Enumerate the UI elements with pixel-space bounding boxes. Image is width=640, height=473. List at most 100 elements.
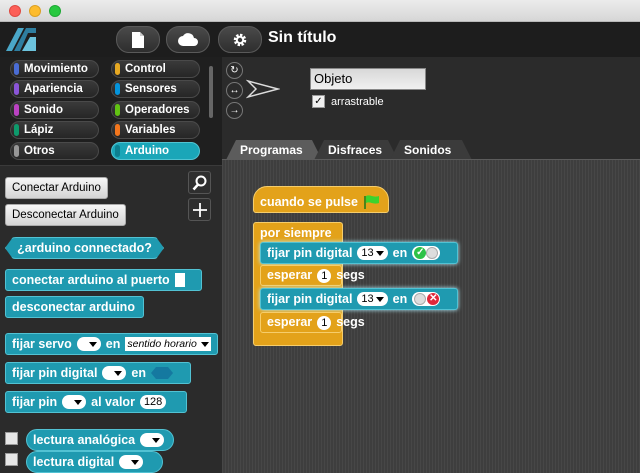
digital-read-watcher-checkbox[interactable]: [5, 453, 18, 466]
block-wait[interactable]: esperar 1 segs: [260, 265, 365, 286]
category-color-dot: [14, 83, 19, 95]
wait-seconds-input[interactable]: 1: [317, 268, 332, 283]
top-toolbar: Sin título: [0, 22, 640, 57]
pin-dropdown[interactable]: 13: [357, 292, 388, 306]
category-color-dot: [14, 63, 19, 75]
close-window-button[interactable]: [9, 5, 21, 17]
false-toggle[interactable]: ✕: [412, 292, 441, 306]
cloud-button[interactable]: [166, 26, 210, 53]
block-label: al valor: [91, 395, 135, 409]
category-color-dot: [115, 124, 120, 136]
project-title: Sin título: [268, 29, 337, 46]
category-color-dot: [14, 124, 19, 136]
category-color-dot: [115, 104, 120, 116]
block-set-digital-pin-off[interactable]: fijar pin digital 13 en ✕: [260, 288, 458, 310]
category-label: Operadores: [125, 104, 190, 116]
category-label: Otros: [24, 145, 55, 157]
block-arduino-connected[interactable]: ¿arduino connectado?: [5, 237, 164, 259]
sprite-name-input[interactable]: Objeto: [310, 68, 426, 90]
pin-dropdown[interactable]: [62, 395, 87, 409]
sprite-corral: ↻ ↔ → Objeto ✓ arrastrable: [222, 57, 640, 147]
block-set-digital-pin-on[interactable]: fijar pin digital 13 en ✓: [260, 242, 458, 264]
connect-arduino-button[interactable]: Conectar Arduino: [5, 177, 108, 199]
category-sonido[interactable]: Sonido: [10, 101, 99, 119]
block-set-pin-value[interactable]: fijar pin al valor 128: [5, 391, 187, 413]
analog-read-watcher-checkbox[interactable]: [5, 432, 18, 445]
block-label: en: [105, 337, 121, 351]
digital-pin-dropdown[interactable]: [102, 366, 127, 380]
zoom-window-button[interactable]: [49, 5, 61, 17]
category-label: Apariencia: [24, 83, 83, 95]
category-color-dot: [115, 63, 120, 75]
x-icon: ✕: [427, 293, 440, 305]
magnifier-icon: [192, 175, 206, 190]
category-operadores[interactable]: Operadores: [111, 101, 200, 119]
block-label: en: [392, 246, 408, 260]
port-input-slot[interactable]: [174, 273, 185, 287]
block-label: segs: [336, 268, 365, 282]
analog-pin-dropdown[interactable]: [140, 433, 165, 447]
flip-style-button[interactable]: ↔: [226, 82, 243, 99]
true-toggle[interactable]: ✓: [412, 246, 441, 260]
check-icon: ✓: [414, 247, 427, 259]
block-palette: Conectar Arduino Desconectar Arduino ¿ar…: [0, 165, 222, 473]
category-label: Control: [125, 63, 166, 75]
block-when-flag-clicked[interactable]: cuando se pulse: [253, 186, 389, 213]
draggable-checkbox[interactable]: ✓: [312, 95, 325, 108]
tab-sonidos[interactable]: Sonidos: [390, 140, 472, 160]
no-rotate-button[interactable]: →: [226, 102, 243, 119]
disconnect-arduino-button[interactable]: Desconectar Arduino: [5, 204, 126, 226]
category-movimiento[interactable]: Movimiento: [10, 60, 99, 78]
category-arduino[interactable]: Arduino: [111, 142, 200, 160]
block-label: en: [392, 292, 408, 306]
wait-seconds-input[interactable]: 1: [317, 315, 332, 330]
pin-dropdown[interactable]: 13: [357, 246, 388, 260]
block-label: ¿arduino connectado?: [17, 241, 152, 255]
tab-programas[interactable]: Programas: [226, 140, 322, 160]
add-block-button[interactable]: [188, 198, 211, 221]
category-variables[interactable]: Variables: [111, 121, 200, 139]
category-label: Arduino: [125, 145, 170, 157]
block-digital-read[interactable]: lectura digital: [26, 451, 163, 473]
category-color-dot: [115, 145, 120, 157]
gear-icon: [233, 33, 247, 46]
category-color-dot: [14, 145, 19, 157]
block-set-digital-pin[interactable]: fijar pin digital en: [5, 362, 191, 384]
category-sensores[interactable]: Sensores: [111, 80, 200, 98]
digital-read-pin-dropdown[interactable]: [119, 455, 144, 469]
block-connect-port[interactable]: conectar arduino al puerto: [5, 269, 202, 291]
window-titlebar: [0, 0, 640, 22]
category-lapiz[interactable]: Lápiz: [10, 121, 99, 139]
category-color-dot: [14, 104, 19, 116]
category-control[interactable]: Control: [111, 60, 200, 78]
block-analog-read[interactable]: lectura analógica: [26, 429, 174, 451]
boolean-input-slot[interactable]: [151, 367, 174, 379]
category-label: Sonido: [24, 104, 63, 116]
pin-value-input[interactable]: 128: [139, 395, 167, 409]
category-color-dot: [115, 83, 120, 95]
cloud-icon: [178, 33, 198, 46]
sprite-arrow-icon: [246, 79, 280, 99]
snap4arduino-logo[interactable]: [4, 25, 38, 53]
block-set-servo[interactable]: fijar servo en sentido horario: [5, 333, 218, 355]
servo-direction-dropdown[interactable]: sentido horario: [125, 337, 211, 351]
search-blocks-button[interactable]: [188, 171, 211, 194]
category-label: Movimiento: [24, 63, 88, 75]
tab-disfraces[interactable]: Disfraces: [314, 140, 398, 160]
block-label: desconectar arduino: [12, 300, 135, 314]
category-otros[interactable]: Otros: [10, 142, 99, 160]
servo-pin-dropdown[interactable]: [76, 337, 101, 351]
category-selector: Movimiento Control Apariencia Sensores S…: [0, 57, 222, 165]
green-flag-icon: [364, 195, 379, 209]
block-wait[interactable]: esperar 1 segs: [260, 312, 365, 333]
minimize-window-button[interactable]: [29, 5, 41, 17]
category-apariencia[interactable]: Apariencia: [10, 80, 99, 98]
block-label: cuando se pulse: [260, 194, 358, 209]
category-scrollbar[interactable]: [209, 66, 213, 118]
block-disconnect[interactable]: desconectar arduino: [5, 296, 144, 318]
settings-button[interactable]: [218, 26, 262, 53]
rotate-style-button[interactable]: ↻: [226, 62, 243, 79]
scripts-area[interactable]: cuando se pulse por siempre fijar pin di…: [222, 159, 640, 473]
block-label: fijar pin digital: [12, 366, 98, 380]
file-button[interactable]: [116, 26, 160, 53]
